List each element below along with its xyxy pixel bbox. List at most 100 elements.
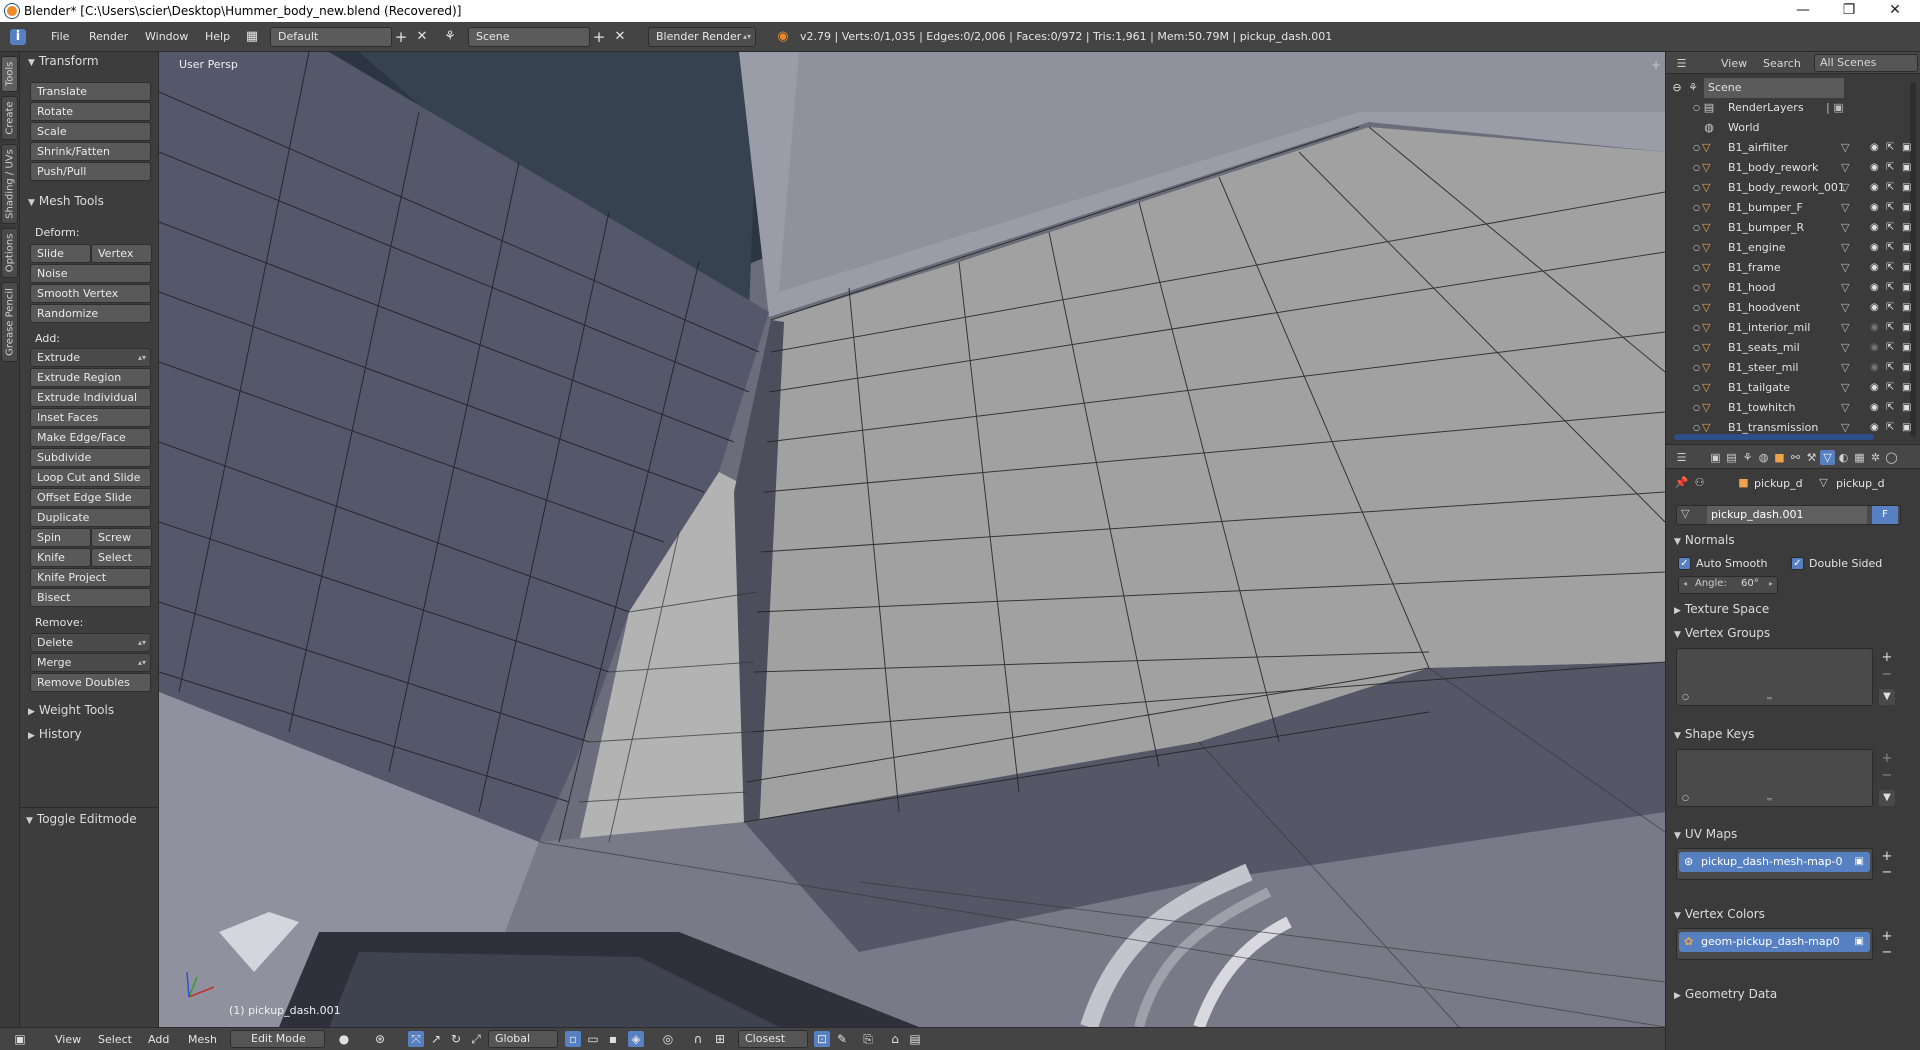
knife-project-button[interactable]: Knife Project	[30, 568, 151, 587]
duplicate-button[interactable]: Duplicate	[30, 508, 151, 527]
selectable-cursor-icon[interactable]: ⇱	[1886, 198, 1894, 218]
selectable-cursor-icon[interactable]: ⇱	[1886, 138, 1894, 158]
mirror-icon[interactable]: ✎	[834, 1031, 850, 1047]
render-camera-icon[interactable]: ▣	[1902, 398, 1911, 418]
transform-orientation-select[interactable]: Global	[488, 1030, 558, 1048]
noise-button[interactable]: Noise	[30, 264, 151, 283]
render-camera-icon[interactable]: ▣	[1902, 278, 1911, 298]
mesh-data-icon[interactable]: ▽	[1841, 258, 1849, 278]
mesh-data-icon[interactable]: ▽	[1841, 178, 1849, 198]
remove-scene-icon[interactable]: ✕	[612, 29, 628, 45]
add-layout-icon[interactable]: +	[393, 29, 409, 45]
uv-maps-list[interactable]: ⊛ pickup_dash-mesh-map-0 ▣	[1676, 848, 1873, 880]
mesh-data-tab-icon[interactable]: ▽	[1820, 450, 1835, 465]
tab-tools[interactable]: Tools	[1, 56, 18, 92]
info-editor-type-icon[interactable]: i	[10, 29, 26, 45]
outliner-row-object[interactable]: ○ ▽ B1_transmission ▽ ◉ ⇱ ▣	[1666, 418, 1911, 438]
render-camera-icon[interactable]: ▣	[1902, 238, 1911, 258]
object-tab-icon[interactable]: ■	[1772, 450, 1787, 465]
scene-field[interactable]: Scene	[468, 27, 590, 47]
expand-dot-icon[interactable]: ○	[1693, 338, 1700, 358]
menu-add[interactable]: Add	[148, 1033, 169, 1046]
filter-icon[interactable]: ○	[1682, 793, 1689, 802]
layout-grid-icon[interactable]: ▦	[244, 29, 260, 45]
outliner-display-mode-select[interactable]: All Scenes	[1814, 54, 1918, 72]
visibility-eye-icon[interactable]: ◉	[1870, 398, 1879, 418]
outliner-editor-type-icon[interactable]: ☰	[1674, 56, 1689, 71]
scene-tab-icon[interactable]: ⚘	[1740, 450, 1755, 465]
vertex-group-specials-button[interactable]: ▼	[1879, 689, 1895, 705]
outliner-row-world[interactable]: ◍ World	[1666, 118, 1903, 138]
add-uv-map-button[interactable]: +	[1879, 849, 1895, 865]
physics-tab-icon[interactable]: ◯	[1884, 450, 1899, 465]
mesh-browse-icon[interactable]: ▽	[1681, 507, 1689, 520]
mesh-data-icon[interactable]: ▽	[1841, 238, 1849, 258]
visibility-eye-icon[interactable]: ◉	[1870, 178, 1879, 198]
renderlayer-toggle-icon[interactable]: | ▣	[1826, 98, 1844, 118]
shape-key-specials-button[interactable]: ▼	[1879, 790, 1895, 806]
render-tab-icon[interactable]: ▣	[1708, 450, 1723, 465]
mesh-name-field[interactable]: ▽ pickup_dash.001 F	[1676, 505, 1901, 525]
occlude-geometry-icon[interactable]: ◈	[628, 1031, 644, 1047]
mesh-data-icon[interactable]: ▽	[1841, 298, 1849, 318]
expand-dot-icon[interactable]: ○	[1693, 98, 1700, 118]
uv-maps-panel-header[interactable]: ▼ UV Maps	[1674, 827, 1737, 841]
render-camera-icon[interactable]: ▣	[1902, 298, 1911, 318]
tab-shading-uvs[interactable]: Shading / UVs	[1, 144, 18, 224]
outliner-row-renderlayers[interactable]: ○ ▤ RenderLayers | ▣	[1666, 98, 1903, 118]
expand-dot-icon[interactable]: ○	[1693, 298, 1700, 318]
selectable-cursor-icon[interactable]: ⇱	[1886, 218, 1894, 238]
render-camera-icon[interactable]: ▣	[1902, 378, 1911, 398]
outliner-row-object[interactable]: ○ ▽ B1_hoodvent ▽ ◉ ⇱ ▣	[1666, 298, 1911, 318]
vertex-colors-list[interactable]: ✿ geom-pickup_dash-map0 ▣	[1676, 928, 1873, 960]
remove-uv-map-button[interactable]: −	[1879, 865, 1895, 881]
minimize-button[interactable]: —	[1780, 0, 1826, 22]
render-camera-icon[interactable]: ▣	[1902, 198, 1911, 218]
smooth-vertex-button[interactable]: Smooth Vertex	[30, 284, 151, 303]
selectable-cursor-icon[interactable]: ⇱	[1886, 398, 1894, 418]
camera-icon[interactable]: ⌂	[887, 1031, 903, 1047]
mesh-tools-panel-header[interactable]: ▼ Mesh Tools	[28, 194, 104, 208]
remove-layout-icon[interactable]: ✕	[414, 29, 430, 45]
visibility-eye-icon[interactable]: ◉	[1870, 418, 1879, 438]
modifiers-tab-icon[interactable]: ⚒	[1804, 450, 1819, 465]
menu-window[interactable]: Window	[145, 30, 188, 43]
selectable-cursor-icon[interactable]: ⇱	[1886, 238, 1894, 258]
visibility-eye-icon[interactable]: ◉	[1870, 278, 1879, 298]
expand-dot-icon[interactable]: ○	[1693, 318, 1700, 338]
render-camera-icon[interactable]: ▣	[1902, 218, 1911, 238]
render-camera-icon[interactable]: ▣	[1902, 138, 1911, 158]
double-sided-checkbox[interactable]: ✓	[1791, 557, 1804, 570]
visibility-eye-icon[interactable]: ◉	[1870, 218, 1879, 238]
outliner-row-object[interactable]: ○ ▽ B1_engine ▽ ◉ ⇱ ▣	[1666, 238, 1911, 258]
filter-icon[interactable]: ○	[1682, 692, 1689, 701]
tab-grease-pencil[interactable]: Grease Pencil	[1, 282, 18, 362]
visibility-eye-icon[interactable]: ◉	[1870, 358, 1879, 378]
visibility-eye-icon[interactable]: ◉	[1870, 238, 1879, 258]
render-layers-tab-icon[interactable]: ▤	[1724, 450, 1739, 465]
shape-keys-panel-header[interactable]: ▼ Shape Keys	[1674, 727, 1754, 741]
shrink-fatten-button[interactable]: Shrink/Fatten	[30, 142, 151, 161]
expand-dot-icon[interactable]: ○	[1693, 198, 1700, 218]
expand-dot-icon[interactable]: ○	[1693, 378, 1700, 398]
remove-doubles-button[interactable]: Remove Doubles	[30, 673, 151, 692]
visibility-eye-icon[interactable]: ◉	[1870, 378, 1879, 398]
visibility-eye-icon[interactable]: ◉	[1870, 258, 1879, 278]
subdivide-button[interactable]: Subdivide	[30, 448, 151, 467]
remove-vertex-group-button[interactable]: −	[1879, 667, 1895, 683]
expand-dot-icon[interactable]: ○	[1693, 218, 1700, 238]
inset-faces-button[interactable]: Inset Faces	[30, 408, 151, 427]
make-edge-face-button[interactable]: Make Edge/Face	[30, 428, 151, 447]
visibility-eye-icon[interactable]: ◉	[1870, 138, 1879, 158]
weight-tools-panel-header[interactable]: ▶ Weight Tools	[28, 703, 114, 717]
mesh-data-icon[interactable]: ▽	[1841, 378, 1849, 398]
expand-dot-icon[interactable]: ○	[1693, 398, 1700, 418]
pivot-icon[interactable]: ⊛	[372, 1031, 388, 1047]
outliner-row-object[interactable]: ○ ▽ B1_frame ▽ ◉ ⇱ ▣	[1666, 258, 1911, 278]
material-tab-icon[interactable]: ◐	[1836, 450, 1851, 465]
outliner-row-object[interactable]: ○ ▽ B1_seats_mil ▽ ◉ ⇱ ▣	[1666, 338, 1911, 358]
selectable-cursor-icon[interactable]: ⇱	[1886, 378, 1894, 398]
selectable-cursor-icon[interactable]: ⇱	[1886, 298, 1894, 318]
editor-type-icon[interactable]: ▣	[12, 1031, 28, 1047]
tab-create[interactable]: Create	[1, 96, 18, 140]
